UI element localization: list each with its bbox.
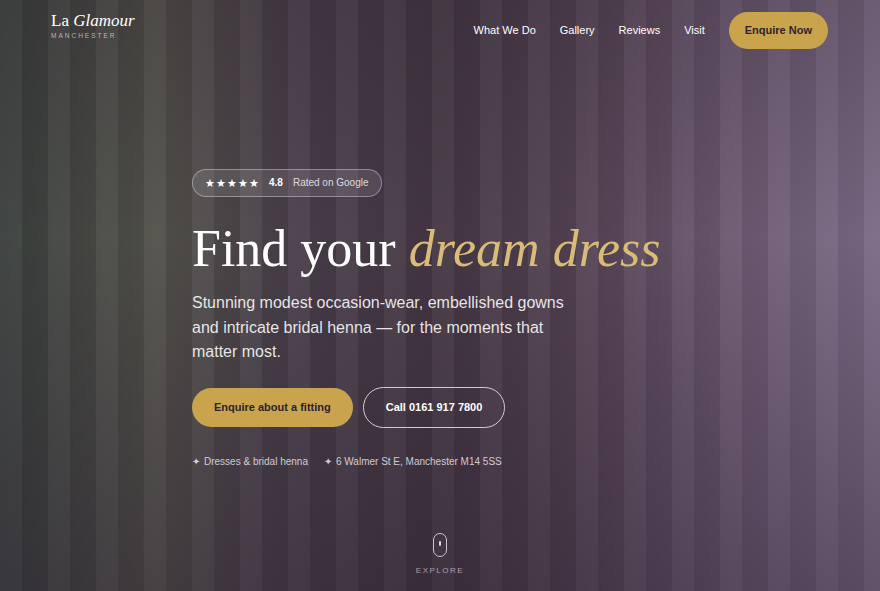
star-icon: ★ <box>249 175 259 192</box>
fact-text: 6 Walmer St E, Manchester M14 5SS <box>336 456 502 467</box>
brand-word: Glamour <box>73 11 134 30</box>
sparkle-icon: ✦ <box>324 456 332 467</box>
rating-score: 4.8 <box>269 175 283 190</box>
nav-link[interactable]: Reviews <box>619 22 661 39</box>
scroll-indicator[interactable]: EXPLORE <box>0 533 880 591</box>
brand-word: La <box>51 11 69 30</box>
star-rating: ★★★★★ <box>205 175 259 192</box>
brand-logo[interactable]: La Glamour MANCHESTER <box>51 12 135 40</box>
fact-item: ✦ 6 Walmer St E, Manchester M14 5SS <box>324 454 502 469</box>
nav-link[interactable]: Gallery <box>560 22 595 39</box>
hero-subtitle: Stunning modest occasion-wear, embellish… <box>192 291 582 365</box>
call-button[interactable]: Call 0161 917 7800 <box>363 387 506 428</box>
fact-item: ✦ Dresses & bridal henna <box>192 454 308 469</box>
title-accent: dream dress <box>409 220 661 277</box>
rating-badge: ★★★★★4.8Rated on Google <box>192 169 382 198</box>
nav-link[interactable]: What We Do <box>474 22 536 39</box>
mouse-wheel-icon <box>439 541 441 546</box>
page: La Glamour MANCHESTER What We Do Gallery Rev… <box>0 0 880 591</box>
fact-list: ✦ Dresses & bridal henna ✦ 6 Walmer St E, M… <box>192 454 860 469</box>
title-text: Find your <box>192 220 409 277</box>
star-icon: ★ <box>216 175 226 192</box>
star-icon: ★ <box>205 175 215 192</box>
sparkle-icon: ✦ <box>192 456 200 467</box>
rating-label: Rated on Google <box>293 175 369 190</box>
brand-name: La Glamour <box>51 12 135 29</box>
navbar: La Glamour MANCHESTER What We Do Gallery Rev… <box>0 0 880 49</box>
scroll-label: EXPLORE <box>416 565 464 577</box>
nav-link[interactable]: Visit <box>684 22 705 39</box>
mouse-icon <box>433 533 447 557</box>
enquire-button[interactable]: Enquire Now <box>729 12 828 49</box>
hero: ★★★★★4.8Rated on GoogleFind your dream d… <box>0 49 880 469</box>
star-icon: ★ <box>238 175 248 192</box>
fact-text: Dresses & bridal henna <box>204 456 308 467</box>
hero-buttons: Enquire about a fitting Call 0161 917 780… <box>192 387 860 428</box>
hero-title: Find your dream dress <box>192 219 860 279</box>
star-icon: ★ <box>227 175 237 192</box>
fitting-button[interactable]: Enquire about a fitting <box>192 388 353 427</box>
nav-menu: What We Do Gallery Reviews Visit Enquire Now <box>474 12 828 49</box>
brand-subtitle: MANCHESTER <box>51 33 135 40</box>
